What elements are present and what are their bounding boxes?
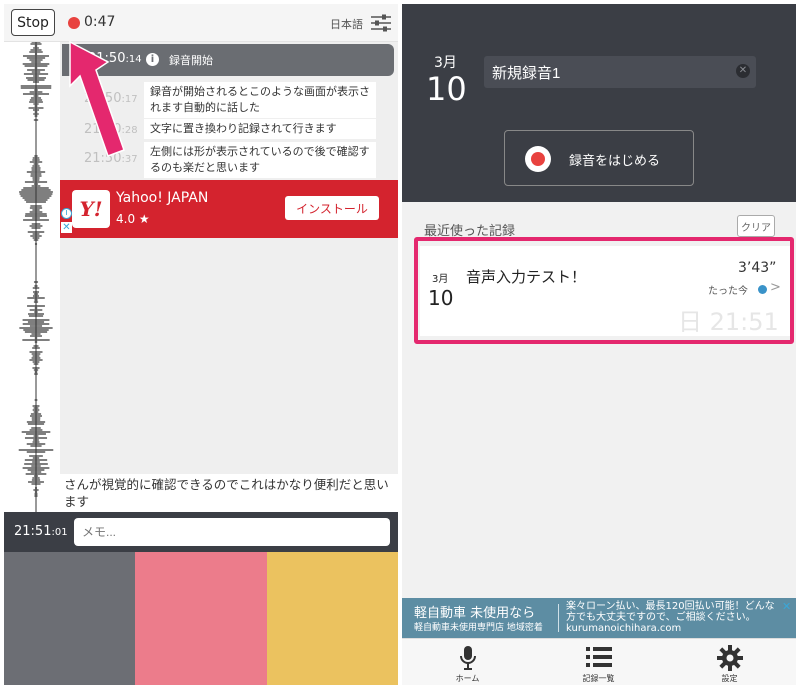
start-banner-text: 録音開始 (169, 54, 213, 67)
tab-bar: ホーム 記録一覧 設定 (402, 638, 796, 685)
new-recording-header: 3月 10 ✕ 録音をはじめる (402, 4, 796, 202)
color-mark-button-yellow[interactable] (267, 552, 398, 685)
tab-settings[interactable]: 設定 (664, 639, 795, 685)
transcript-text: 録音が開始されるとこのような画面が表示されます自動的に話した (144, 82, 376, 118)
tab-home-label: ホーム (455, 674, 480, 683)
log-time-sub: :17 (121, 94, 138, 105)
recording-topbar: Stop 0:47 日本語 (4, 4, 398, 42)
log-time: 21:50 (84, 151, 122, 166)
ad-close-icon[interactable]: ✕ (61, 222, 72, 233)
recording-indicator-icon (68, 17, 80, 29)
ad-app-name: Yahoo! JAPAN (116, 190, 209, 206)
tab-settings-label: 設定 (721, 674, 738, 683)
color-mark-button-gray[interactable] (4, 552, 135, 685)
ad-close-icon[interactable]: ✕ (782, 600, 791, 613)
start-time-sub: :14 (125, 54, 142, 65)
start-recording-button[interactable]: 録音をはじめる (504, 130, 694, 186)
car-ad-banner[interactable]: 軽自動車 未使用なら 軽自動車未使用専門店 地域密着 楽々ローン払い、最長120… (402, 598, 796, 638)
start-recording-label: 録音をはじめる (569, 154, 661, 169)
home-screen: 3月 10 ✕ 録音をはじめる 最近使った記録 クリア 3月 10 音声入力テス… (402, 4, 796, 685)
clear-title-icon[interactable]: ✕ (736, 64, 750, 78)
ad-rating: 4.0 ★ (116, 212, 150, 226)
memo-bar: 21:51:01 (4, 512, 398, 552)
ad-divider (558, 604, 559, 632)
yahoo-logo: Y! (72, 190, 110, 228)
highlight-frame (414, 237, 794, 344)
date-day: 10 (426, 70, 467, 108)
info-icon: i (146, 53, 159, 66)
recording-elapsed-time: 0:47 (84, 14, 116, 30)
tab-home[interactable]: ホーム (402, 639, 533, 685)
color-mark-button-pink[interactable] (135, 552, 267, 685)
ad-title: 軽自動車 未使用なら (414, 606, 536, 621)
memo-time: 21:51 (14, 524, 52, 539)
log-time: 21:50 (84, 122, 122, 137)
recording-start-banner: 21:50:14 i 録音開始 (62, 44, 394, 76)
log-time-sub: :28 (121, 125, 138, 136)
live-transcript-text: さんが視覚的に確認できるのでこれはかなり便利だと思います (60, 474, 398, 512)
ad-info-icon[interactable]: i (61, 208, 72, 219)
clear-button[interactable]: クリア (737, 215, 775, 237)
list-icon (585, 647, 612, 667)
tab-records-label: 記録一覧 (582, 674, 615, 683)
log-time-sub: :37 (121, 154, 138, 165)
tab-records[interactable]: 記録一覧 (533, 639, 664, 685)
start-time: 21:50 (88, 51, 126, 66)
memo-input[interactable] (74, 518, 390, 546)
yahoo-ad-banner[interactable]: Y! Yahoo! JAPAN 4.0 ★ インストール i ✕ (60, 180, 398, 238)
recording-screen: Stop 0:47 日本語 21:50:14 i 録音開始 21:50:17 録… (4, 4, 398, 685)
ad-description: 楽々ローン払い、最長120回払い可能！どんな方でも大丈夫ですので、ご相談ください… (566, 601, 775, 634)
recording-title-input[interactable] (484, 56, 756, 88)
microphone-icon (459, 646, 476, 670)
log-time: 21:50 (84, 91, 122, 106)
date-month: 3月 (434, 55, 457, 71)
gear-icon (716, 645, 743, 671)
language-selector[interactable]: 日本語 (330, 16, 363, 32)
ad-subtitle: 軽自動車未使用専門店 地域密着 (414, 623, 543, 633)
waveform (4, 42, 60, 512)
install-button[interactable]: インストール (285, 196, 379, 220)
transcript-area: 21:50:14 i 録音開始 21:50:17 録音が開始されるとこのような画… (60, 42, 398, 512)
record-icon (525, 146, 551, 172)
memo-time-sub: :01 (51, 527, 68, 538)
settings-sliders-icon[interactable] (370, 14, 392, 32)
stop-button[interactable]: Stop (11, 9, 55, 36)
transcript-text: 文字に置き換わり記録されて行きます (144, 119, 376, 139)
transcript-text: 左側には形が表示されているので後で確認するのも楽だと思います (144, 142, 376, 178)
